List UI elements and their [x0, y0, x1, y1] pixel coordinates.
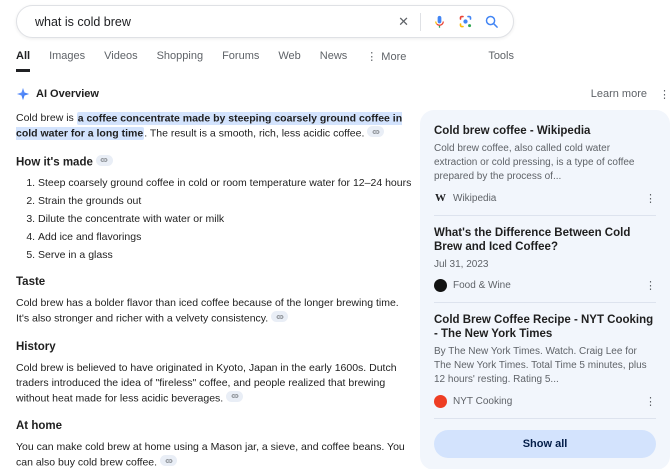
ai-overview-panel: AI Overview Cold brew is a coffee concen…	[16, 86, 408, 469]
source-cards-container: Cold brew coffee - Wikipedia Cold brew c…	[420, 110, 670, 469]
section-body: Cold brew is believed to have originated…	[16, 362, 397, 405]
tab-videos[interactable]: Videos	[104, 50, 137, 69]
tab-shopping[interactable]: Shopping	[157, 50, 204, 69]
card-title[interactable]: What's the Difference Between Cold Brew …	[434, 226, 656, 254]
card-source-row: W Wikipedia ⋮	[434, 189, 656, 207]
source-card-food-and-wine[interactable]: What's the Difference Between Cold Brew …	[434, 216, 656, 296]
voice-search-mic-icon[interactable]	[432, 14, 447, 29]
card-source-row: Food & Wine ⋮	[434, 276, 656, 294]
card-source-name: Wikipedia	[453, 193, 496, 204]
card-title[interactable]: Cold brew coffee - Wikipedia	[434, 124, 656, 138]
card-description: By The New York Times. Watch. Craig Lee …	[434, 345, 656, 387]
at-home-text: You can make cold brew at home using a M…	[16, 440, 408, 469]
source-link-icon[interactable]	[271, 311, 288, 322]
history-text: Cold brew is believed to have originated…	[16, 361, 408, 407]
more-vertical-icon[interactable]: ⋮	[645, 279, 656, 292]
section-body: You can make cold brew at home using a M…	[16, 441, 405, 469]
tab-news[interactable]: News	[320, 50, 348, 69]
taste-text: Cold brew has a bolder flavor than iced …	[16, 296, 408, 327]
source-link-icon[interactable]	[96, 155, 113, 166]
google-search-results-page: ✕	[0, 0, 672, 469]
sidebar-header: Learn more ⋮	[420, 86, 670, 102]
wikipedia-favicon: W	[434, 192, 447, 205]
section-heading-history: History	[16, 340, 408, 355]
tools-button[interactable]: Tools	[488, 50, 514, 69]
list-item: Add ice and flavorings	[38, 230, 408, 244]
sources-sidebar: Learn more ⋮ Cold brew coffee - Wikipedi…	[420, 86, 670, 469]
search-input[interactable]	[35, 15, 398, 29]
list-item: Serve in a glass	[38, 248, 408, 262]
list-item: Steep coarsely ground coffee in cold or …	[38, 176, 408, 190]
tab-all[interactable]: All	[16, 50, 30, 72]
intro-prefix: Cold brew is	[16, 112, 77, 124]
more-vertical-icon[interactable]: ⋮	[645, 192, 656, 205]
more-vertical-icon[interactable]: ⋮	[659, 88, 670, 101]
nyt-cooking-favicon	[434, 395, 447, 408]
learn-more-link[interactable]: Learn more	[591, 88, 647, 100]
tab-web[interactable]: Web	[278, 50, 300, 69]
ai-sparkle-icon	[16, 87, 30, 101]
ai-overview-label: AI Overview	[36, 87, 99, 102]
ai-overview-header: AI Overview	[16, 86, 408, 102]
search-bar-divider	[420, 13, 421, 31]
google-lens-icon[interactable]	[458, 14, 473, 29]
section-heading-taste: Taste	[16, 275, 408, 290]
tab-more-label: More	[381, 51, 406, 63]
card-description: Cold brew coffee, also called cold water…	[434, 142, 656, 184]
result-filter-tabs: All Images Videos Shopping Forums Web Ne…	[16, 50, 514, 72]
card-title[interactable]: Cold Brew Coffee Recipe - NYT Cooking - …	[434, 313, 656, 341]
more-vertical-icon: ⋮	[366, 50, 377, 63]
intro-suffix: . The result is a smooth, rich, less aci…	[144, 128, 364, 140]
search-icon[interactable]	[484, 14, 499, 29]
list-item: Dilute the concentrate with water or mil…	[38, 212, 408, 226]
card-source-row: NYT Cooking ⋮	[434, 392, 656, 410]
card-source-name: NYT Cooking	[453, 396, 512, 407]
source-card-wikipedia[interactable]: Cold brew coffee - Wikipedia Cold brew c…	[434, 114, 656, 209]
card-date: Jul 31, 2023	[434, 258, 656, 271]
show-all-button[interactable]: Show all	[434, 430, 656, 458]
card-source-name: Food & Wine	[453, 280, 511, 291]
ai-overview-intro: Cold brew is a coffee concentrate made b…	[16, 111, 408, 142]
section-heading-at-home: At home	[16, 419, 408, 434]
source-card-nyt-cooking[interactable]: Cold Brew Coffee Recipe - NYT Cooking - …	[434, 303, 656, 412]
results-content: AI Overview Cold brew is a coffee concen…	[16, 86, 660, 469]
tab-more[interactable]: ⋮ More	[366, 50, 406, 70]
list-item: Strain the grounds out	[38, 194, 408, 208]
tab-images[interactable]: Images	[49, 50, 85, 69]
section-heading-how-its-made: How it's made	[16, 155, 408, 171]
source-link-icon[interactable]	[226, 391, 243, 402]
more-vertical-icon[interactable]: ⋮	[645, 395, 656, 408]
clear-search-icon[interactable]: ✕	[398, 15, 409, 28]
food-and-wine-favicon	[434, 279, 447, 292]
source-link-icon[interactable]	[160, 455, 177, 466]
tab-forums[interactable]: Forums	[222, 50, 259, 69]
source-link-icon[interactable]	[367, 126, 384, 137]
how-its-made-list: Steep coarsely ground coffee in cold or …	[16, 176, 408, 262]
section-body: Cold brew has a bolder flavor than iced …	[16, 297, 399, 325]
card-divider	[434, 418, 656, 419]
search-bar[interactable]: ✕	[16, 5, 514, 38]
heading-text: How it's made	[16, 156, 93, 168]
